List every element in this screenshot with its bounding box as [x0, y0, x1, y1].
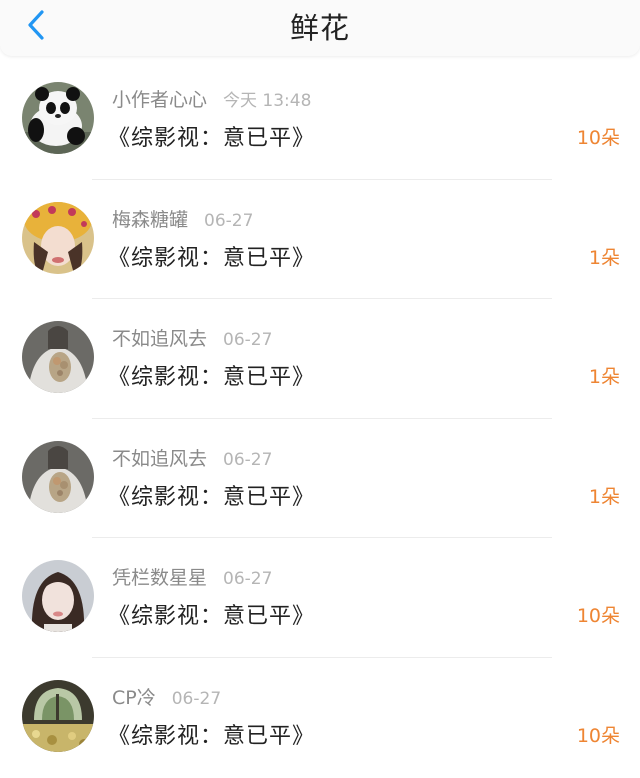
timestamp: 06-27 [223, 330, 273, 351]
book-title[interactable]: 《综影视：意已平》 [108, 598, 315, 630]
girl-portrait-avatar-image [22, 560, 94, 633]
username[interactable]: 不如追风去 [112, 328, 207, 350]
flower-count: 1朵 [588, 366, 620, 389]
username[interactable]: 梅森糖罐 [112, 209, 188, 231]
avatar[interactable] [22, 440, 94, 513]
list-item[interactable]: 不如追风去 06-27 《综影视：意已平》 1朵 [0, 299, 640, 419]
flowers-hoodie-avatar-image [22, 440, 94, 513]
avatar[interactable] [22, 679, 94, 752]
avatar[interactable] [22, 560, 94, 633]
list-item[interactable]: CP冷 06-27 《综影视：意已平》 10朵 [0, 658, 640, 778]
timestamp: 06-27 [171, 688, 222, 709]
girl-hat-avatar-image [22, 201, 94, 274]
avatar[interactable] [22, 321, 94, 394]
panda-avatar-image [22, 82, 94, 154]
garden-window-avatar-image [22, 679, 94, 752]
book-title[interactable]: 《综影视：意已平》 [108, 240, 315, 272]
flower-count: 10朵 [576, 605, 620, 628]
username[interactable]: 不如追风去 [112, 448, 207, 470]
username[interactable]: 凭栏数星星 [112, 567, 207, 589]
flower-count: 10朵 [576, 724, 620, 747]
book-title[interactable]: 《综影视：意已平》 [108, 718, 315, 750]
flowers-hoodie-avatar-image [22, 321, 94, 394]
avatar[interactable] [22, 201, 94, 274]
flower-count: 1朵 [588, 485, 620, 508]
book-title[interactable]: 《综影视：意已平》 [108, 479, 315, 511]
timestamp: 06-27 [223, 449, 273, 470]
flower-count: 10朵 [576, 127, 620, 149]
username[interactable]: CP冷 [112, 687, 156, 709]
timestamp: 06-27 [223, 569, 273, 590]
avatar[interactable] [22, 82, 94, 154]
header-bar: 鲜花 [0, 0, 640, 56]
list-item[interactable]: 梅森糖罐 06-27 《综影视：意已平》 1朵 [0, 180, 640, 300]
book-title[interactable]: 《综影视：意已平》 [108, 359, 315, 391]
page-title: 鲜花 [289, 11, 350, 45]
flower-count: 1朵 [588, 246, 620, 269]
book-title[interactable]: 《综影视：意已平》 [108, 120, 315, 152]
timestamp: 今天 13:48 [223, 91, 312, 111]
username[interactable]: 小作者心心 [112, 89, 207, 111]
list-item[interactable]: 小作者心心 今天 13:48 《综影视：意已平》 10朵 [0, 60, 640, 180]
timestamp: 06-27 [204, 210, 254, 231]
list-item[interactable]: 不如追风去 06-27 《综影视：意已平》 1朵 [0, 419, 640, 539]
flower-list: 小作者心心 今天 13:48 《综影视：意已平》 10朵 梅森糖罐 06-27 《综… [0, 60, 640, 778]
list-item[interactable]: 凭栏数星星 06-27 《综影视：意已平》 10朵 [0, 538, 640, 658]
